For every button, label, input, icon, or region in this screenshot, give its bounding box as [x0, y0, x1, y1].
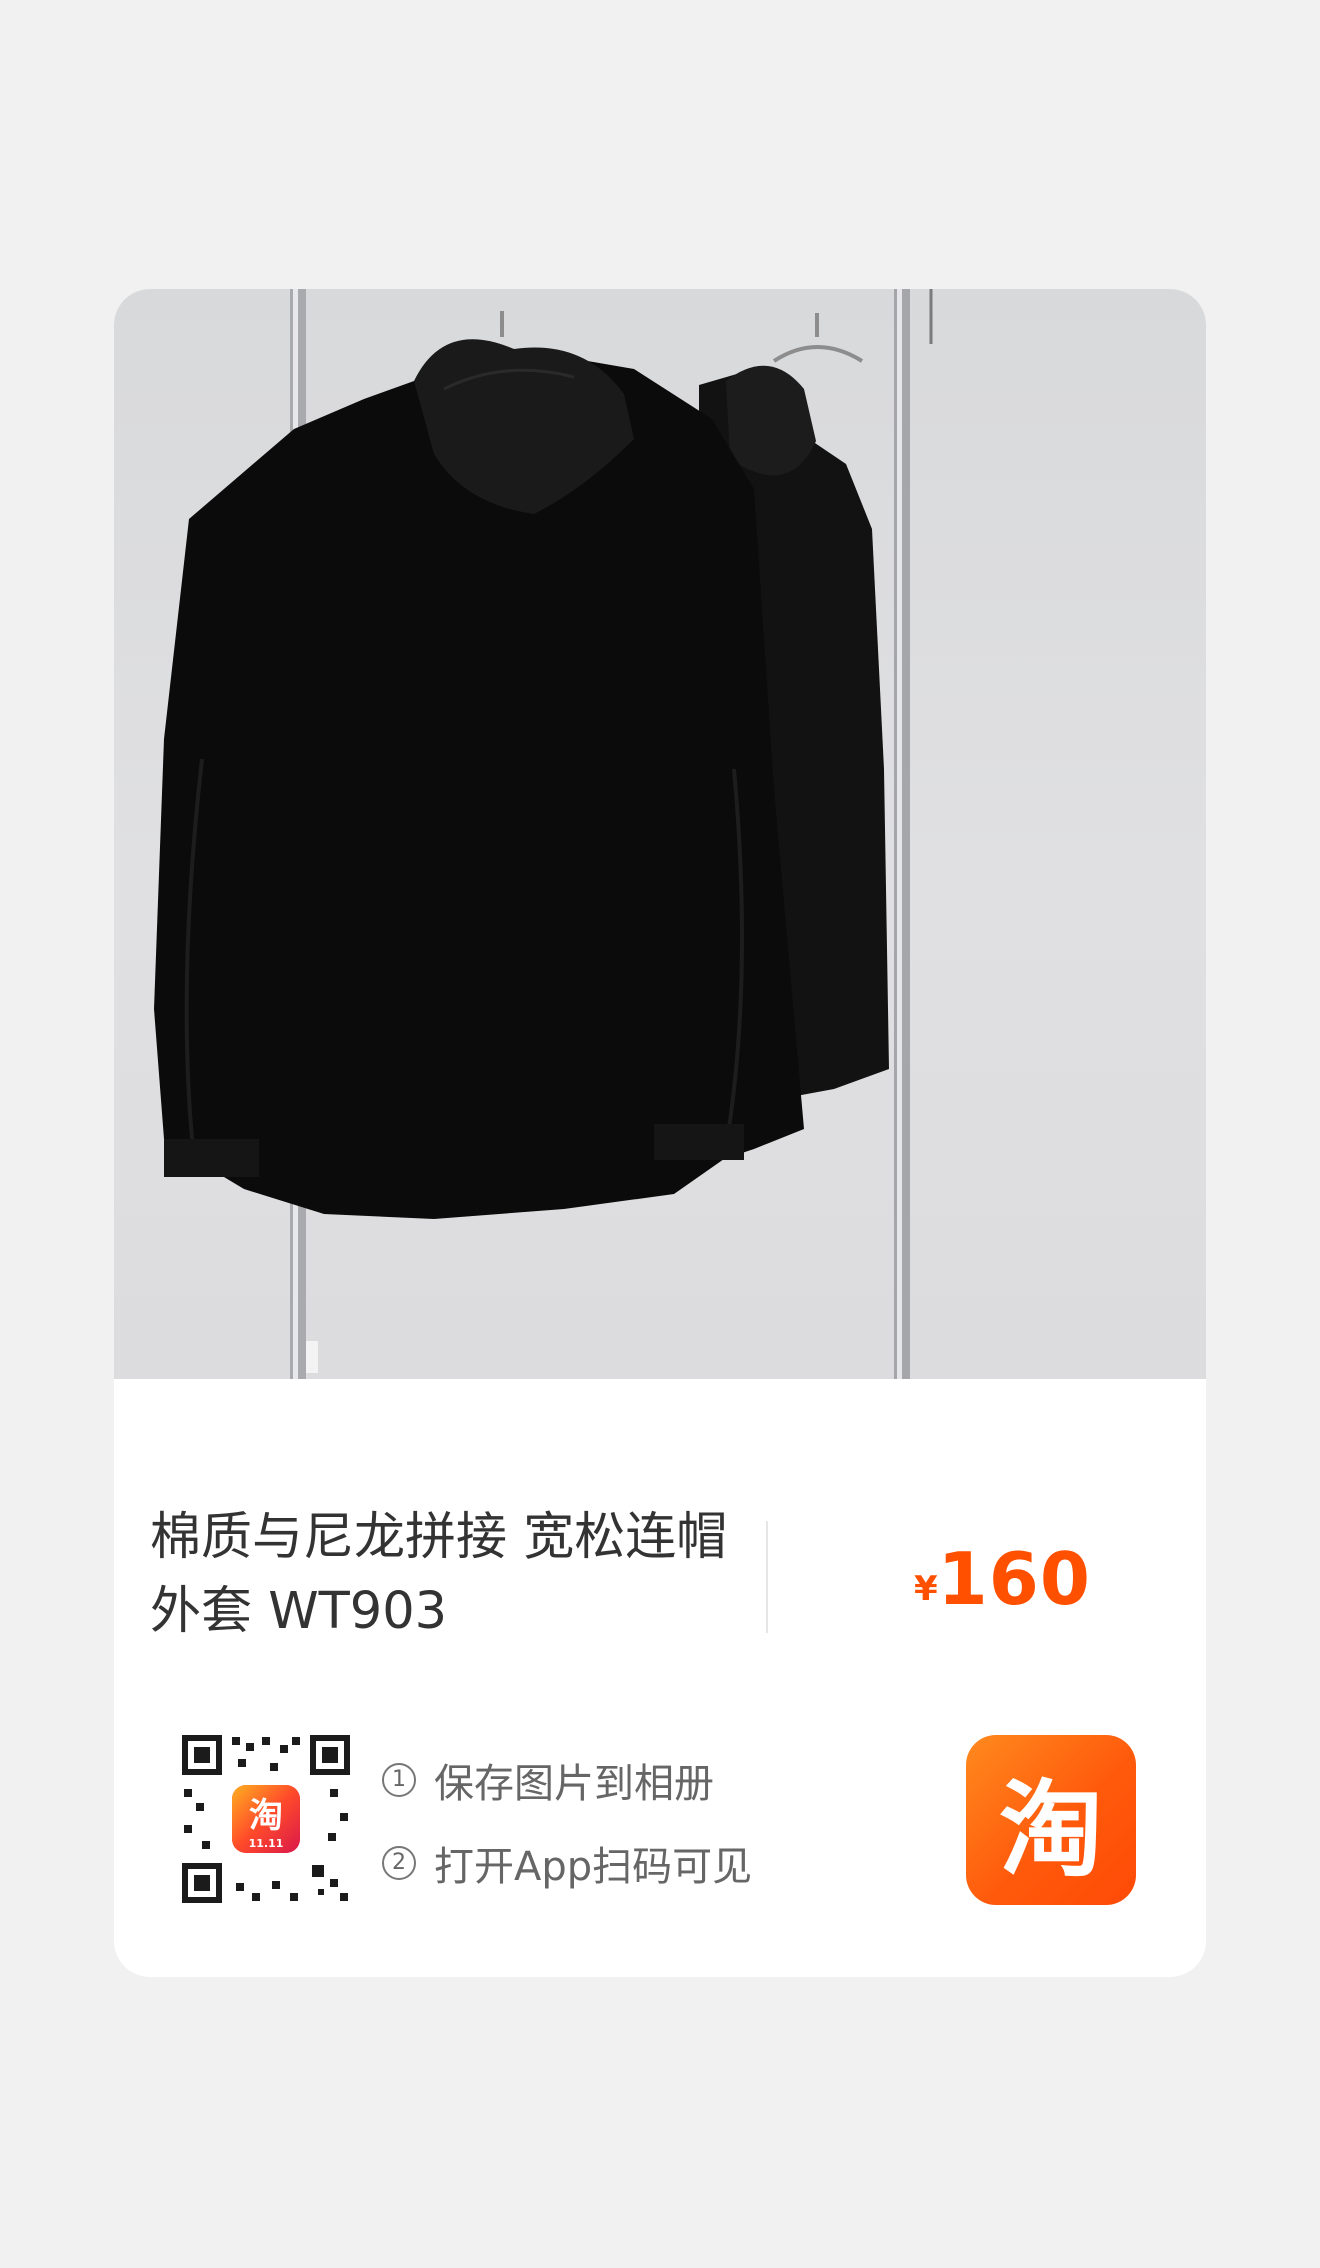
step-number-2: 2 — [382, 1846, 416, 1880]
product-photo-illustration — [154, 289, 933, 1379]
product-image[interactable] — [114, 289, 1206, 1379]
step-text-2: 打开App扫码可见 — [434, 1844, 753, 1890]
qr-code[interactable]: 淘 11.11 — [180, 1733, 352, 1905]
currency-symbol: ¥ — [914, 1569, 938, 1609]
step-open-app: 2 打开App扫码可见 — [382, 1834, 752, 1892]
step-save-image: 1 保存图片到相册 — [382, 1751, 752, 1809]
taobao-logo-glyph: 淘 — [998, 1768, 1103, 1891]
price-tag: ¥160 — [914, 1537, 1091, 1621]
hanger-back — [772, 313, 864, 363]
label-tag — [306, 1341, 318, 1373]
title-price-divider — [766, 1521, 768, 1633]
taobao-app-icon[interactable]: 淘 — [966, 1735, 1136, 1905]
price-value: 160 — [937, 1537, 1091, 1621]
product-title-line1: 棉质与尼龙拼接 宽松连帽 — [150, 1508, 728, 1567]
step-number-1: 1 — [382, 1763, 416, 1797]
share-card: 棉质与尼龙拼接 宽松连帽 外套 WT903 ¥160 淘 11.11 1 保存图… — [114, 289, 1206, 1977]
qr-badge-sub: 11.11 — [249, 1837, 284, 1850]
qr-code-pattern: 淘 11.11 — [182, 1735, 350, 1903]
product-title-line2: 外套 WT903 — [150, 1582, 448, 1641]
step-text-1: 保存图片到相册 — [434, 1761, 714, 1807]
product-title: 棉质与尼龙拼接 宽松连帽 外套 WT903 — [150, 1501, 730, 1649]
qr-badge-text: 淘 — [249, 1796, 283, 1836]
scan-instructions: 1 保存图片到相册 2 打开App扫码可见 — [382, 1751, 752, 1917]
hoodie-front — [154, 339, 804, 1219]
